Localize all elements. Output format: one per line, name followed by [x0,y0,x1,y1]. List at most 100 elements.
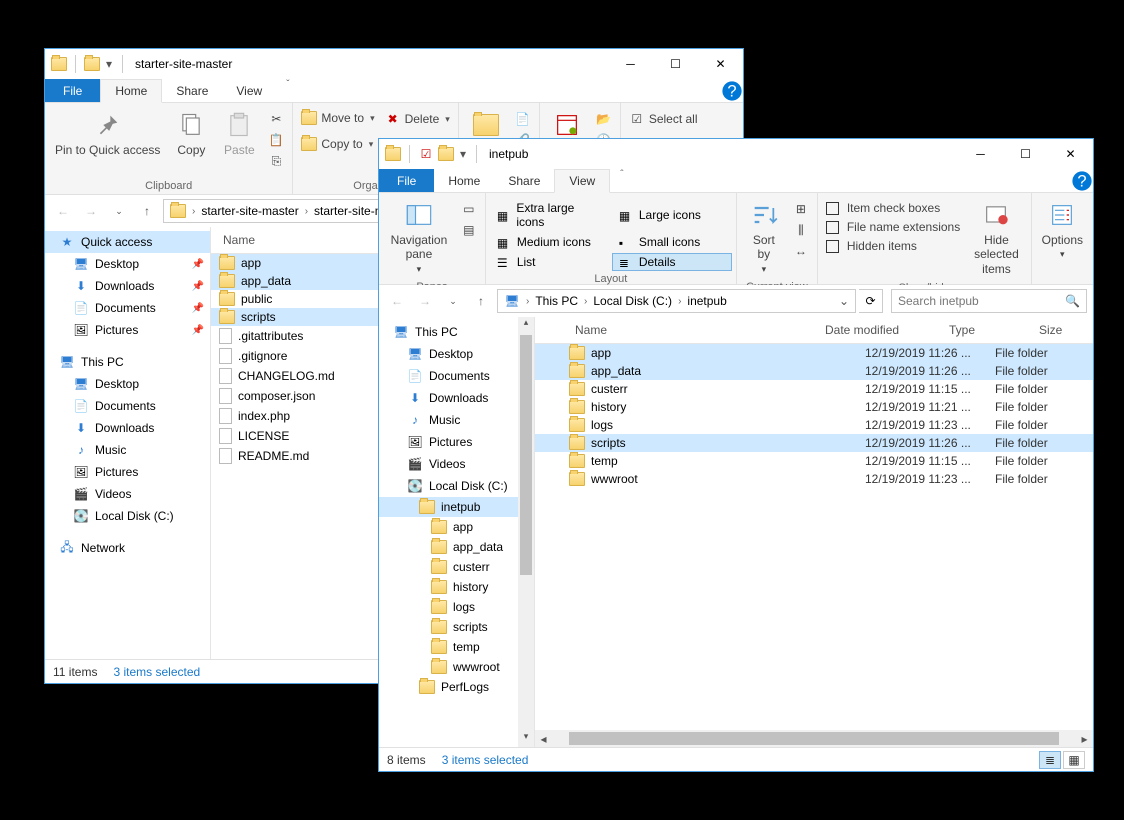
new-item-button[interactable]: 📄 [511,109,535,129]
nav-downloads[interactable]: ⬇Downloads📌 [45,275,210,297]
address-dropdown[interactable]: ⌄ [835,294,853,308]
navigation-pane[interactable]: ▴ ▾ 🖥This PC 🖥Desktop 📄Documents ⬇Downlo… [379,317,535,747]
nav-pictures[interactable]: 🖼Pictures [379,431,518,453]
forward-button[interactable]: → [79,199,103,223]
properties-icon[interactable]: ☑ [418,146,434,162]
col-name[interactable]: Name [571,321,821,339]
col-size[interactable]: Size [1035,321,1085,339]
nav-documents[interactable]: 📄Documents [45,395,210,417]
tab-share[interactable]: Share [494,169,554,192]
size-columns-button[interactable]: ↔ [789,241,813,261]
crumb[interactable]: starter-site-m [310,204,389,218]
nav-local-disk[interactable]: 💽Local Disk (C:) [45,505,210,527]
file-extensions-toggle[interactable]: File name extensions [822,218,964,236]
navigation-pane-button[interactable]: Navigation pane▾ [383,195,455,279]
crumb[interactable]: Local Disk (C:) [589,294,676,308]
tree-scrollbar[interactable]: ▴ ▾ [518,317,534,747]
file-row[interactable]: temp12/19/2019 11:15 ...File folder [535,452,1093,470]
minimize-button[interactable]: ─ [958,140,1003,169]
crumb[interactable]: starter-site-master [197,204,302,218]
nav-documents[interactable]: 📄Documents [379,365,518,387]
help-icon[interactable]: ? [721,79,743,102]
nav-pictures[interactable]: 🖼Pictures📌 [45,319,210,341]
open-button[interactable]: 📂 [592,109,616,129]
file-row[interactable]: logs12/19/2019 11:23 ...File folder [535,416,1093,434]
nav-custerr[interactable]: custerr [379,557,518,577]
refresh-button[interactable]: ⟳ [859,289,883,313]
crumb[interactable]: inetpub [683,294,730,308]
nav-videos[interactable]: 🎬Videos [379,453,518,475]
minimize-button[interactable]: ─ [608,50,653,79]
nav-temp[interactable]: temp [379,637,518,657]
nav-perflogs[interactable]: PerfLogs [379,677,518,697]
nav-wwwroot[interactable]: wwwroot [379,657,518,677]
file-row[interactable]: history12/19/2019 11:21 ...File folder [535,398,1093,416]
delete-button[interactable]: ✖Delete▾ [381,109,454,129]
nav-inetpub[interactable]: inetpub [379,497,518,517]
nav-logs[interactable]: logs [379,597,518,617]
copy-to-button[interactable]: Copy to▾ [297,135,378,153]
horizontal-scrollbar[interactable]: ◂▸ [535,730,1093,747]
qat-dropdown[interactable]: ▾ [458,146,468,162]
col-type[interactable]: Type [945,321,1035,339]
nav-music[interactable]: ♪Music [45,439,210,461]
nav-pictures[interactable]: 🖼Pictures [45,461,210,483]
options-button[interactable]: Options▾ [1036,195,1089,264]
column-headers[interactable]: Name Date modified Type Size [535,317,1093,344]
tab-home[interactable]: Home [434,169,494,192]
tab-view[interactable]: View [554,169,610,193]
nav-this-pc[interactable]: 🖥This PC [379,321,518,343]
nav-app-data[interactable]: app_data [379,537,518,557]
view-icons-button[interactable]: ▦ [1063,751,1085,769]
hidden-items-toggle[interactable]: Hidden items [822,237,964,255]
move-to-button[interactable]: Move to▾ [297,109,378,127]
group-by-button[interactable]: ⊞ [789,199,813,219]
up-button[interactable]: ↑ [469,289,493,313]
recent-dropdown[interactable]: ⌄ [441,289,465,313]
file-row[interactable]: scripts12/19/2019 11:26 ...File folder [535,434,1093,452]
back-button[interactable]: ← [385,289,409,313]
close-button[interactable]: ✕ [1048,140,1093,169]
recent-dropdown[interactable]: ⌄ [107,199,131,223]
view-details-button[interactable]: ≣ [1039,751,1061,769]
nav-desktop[interactable]: 🖥Desktop📌 [45,253,210,275]
view-details[interactable]: ≣Details [612,253,732,271]
nav-this-pc[interactable]: 🖥This PC [45,351,210,373]
titlebar[interactable]: ▾ starter-site-master ─ ☐ ✕ [45,49,743,79]
preview-pane-button[interactable]: ▭ [457,199,481,219]
nav-desktop[interactable]: 🖥Desktop [379,343,518,365]
back-button[interactable]: ← [51,199,75,223]
maximize-button[interactable]: ☐ [1003,140,1048,169]
collapse-ribbon[interactable]: ˆ [614,169,629,192]
tab-share[interactable]: Share [162,79,222,102]
copy-path-button[interactable]: 📋 [264,130,288,150]
file-row[interactable]: app_data12/19/2019 11:26 ...File folder [535,362,1093,380]
nav-history[interactable]: history [379,577,518,597]
file-row[interactable]: app12/19/2019 11:26 ...File folder [535,344,1093,362]
item-checkboxes-toggle[interactable]: Item check boxes [822,199,964,217]
crumb[interactable]: This PC [531,294,582,308]
select-all-button[interactable]: ☑Select all [625,109,702,129]
nav-videos[interactable]: 🎬Videos [45,483,210,505]
cut-button[interactable]: ✂ [264,109,288,129]
paste-button[interactable]: Paste [216,105,262,161]
nav-downloads[interactable]: ⬇Downloads [45,417,210,439]
view-large[interactable]: ▦Large icons [612,199,732,231]
collapse-ribbon[interactable]: ˇ [280,79,295,102]
up-button[interactable]: ↑ [135,199,159,223]
tab-view[interactable]: View [222,79,276,102]
col-date[interactable]: Date modified [821,321,945,339]
view-list[interactable]: ☰List [490,253,610,271]
close-button[interactable]: ✕ [698,50,743,79]
file-row[interactable]: wwwroot12/19/2019 11:23 ...File folder [535,470,1093,488]
navigation-pane[interactable]: ★Quick access 🖥Desktop📌 ⬇Downloads📌 📄Doc… [45,227,211,659]
tab-home[interactable]: Home [100,79,162,103]
nav-scripts[interactable]: scripts [379,617,518,637]
view-small[interactable]: ▪Small icons [612,233,732,251]
breadcrumb[interactable]: 🖥 › This PC › Local Disk (C:) › inetpub … [497,289,856,313]
nav-music[interactable]: ♪Music [379,409,518,431]
nav-documents[interactable]: 📄Documents📌 [45,297,210,319]
view-medium[interactable]: ▦Medium icons [490,233,610,251]
help-icon[interactable]: ? [1071,169,1093,192]
titlebar[interactable]: ☑ ▾ inetpub ─ ☐ ✕ [379,139,1093,169]
